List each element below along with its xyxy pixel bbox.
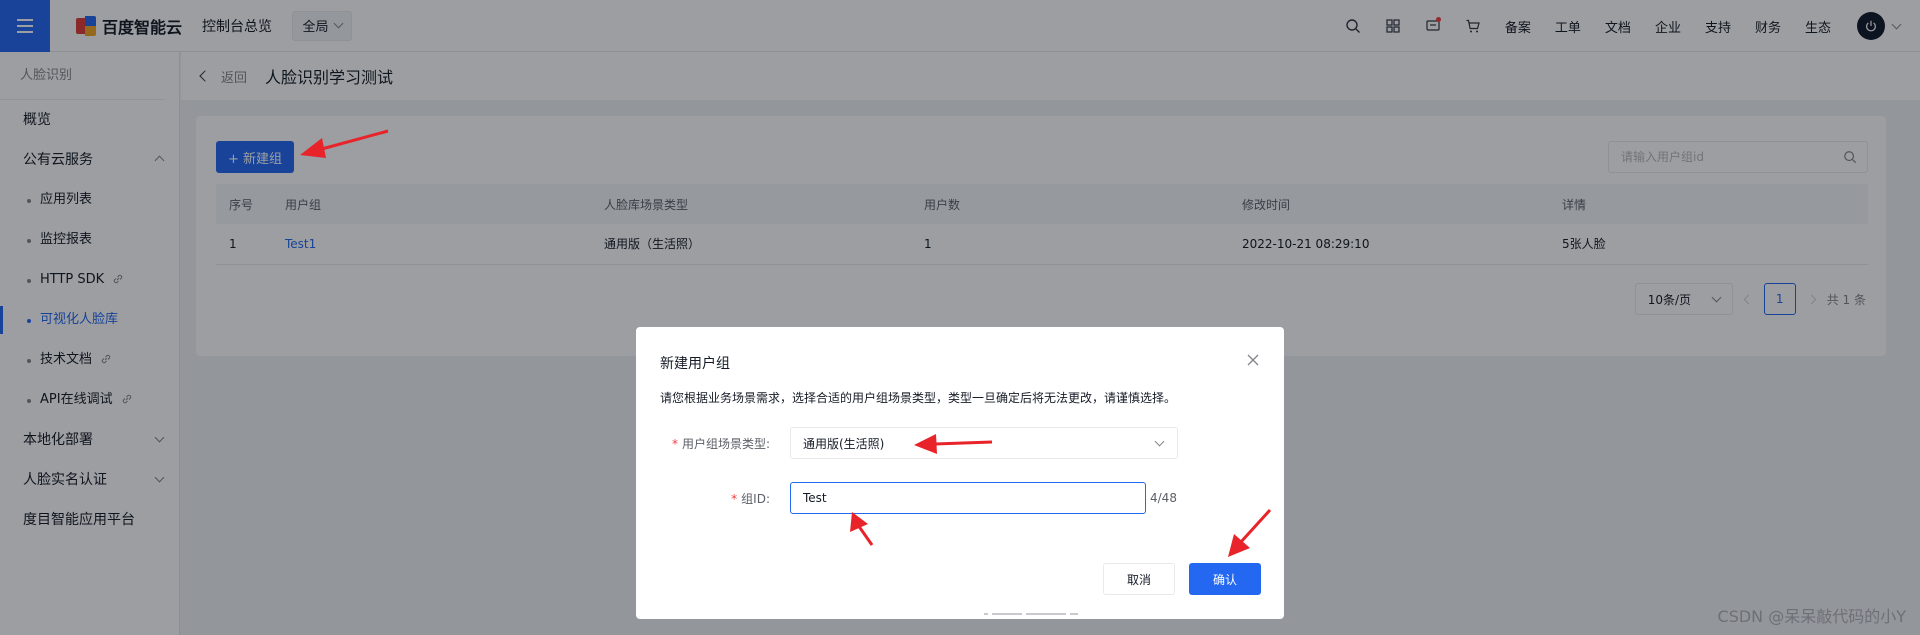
confirm-button[interactable]: 确认 <box>1189 563 1261 595</box>
dialog-description: 请您根据业务场景需求，选择合适的用户组场景类型，类型一旦确定后将无法更改，请谨慎… <box>660 391 1177 405</box>
watermark: CSDN @呆呆敲代码的小Y <box>1717 607 1906 626</box>
close-icon[interactable] <box>1246 353 1260 367</box>
cancel-button[interactable]: 取消 <box>1103 563 1175 595</box>
group-id-label: * 组ID: <box>636 490 790 507</box>
dialog-title: 新建用户组 <box>660 356 730 372</box>
chevron-down-icon <box>1154 436 1165 446</box>
scene-type-label: * 用户组场景类型: <box>636 435 790 452</box>
group-id-row: *组ID: 4/48 <box>636 482 1177 514</box>
scene-type-label-text: 用户组场景类型: <box>681 436 770 451</box>
group-id-label-text: 组ID: <box>741 491 770 506</box>
new-group-dialog: 新建用户组 请您根据业务场景需求，选择合适的用户组场景类型，类型一旦确定后将无法… <box>636 327 1284 619</box>
dialog-scroll-indicator <box>984 613 1084 616</box>
scene-type-row: * 用户组场景类型: 通用版(生活照) <box>636 427 1178 459</box>
scene-type-value: 通用版(生活照) <box>803 436 885 451</box>
char-count: 4/48 <box>1150 491 1177 505</box>
scene-type-select[interactable]: 通用版(生活照) <box>790 427 1178 459</box>
required-mark: * <box>731 491 738 506</box>
group-id-input[interactable] <box>790 482 1146 514</box>
required-mark: * <box>671 436 678 451</box>
